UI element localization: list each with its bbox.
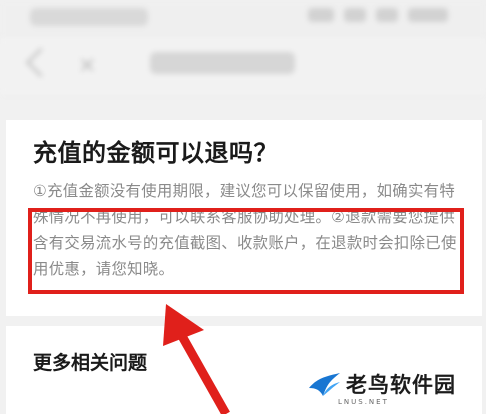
bird-logo-icon — [309, 373, 340, 396]
annotation-arrow-icon — [163, 304, 230, 414]
watermark-subtext: LNUS.NET — [338, 398, 389, 406]
annotation-arrow-shaft — [174, 326, 230, 414]
watermark-text: 老鸟软件园 — [346, 373, 456, 397]
